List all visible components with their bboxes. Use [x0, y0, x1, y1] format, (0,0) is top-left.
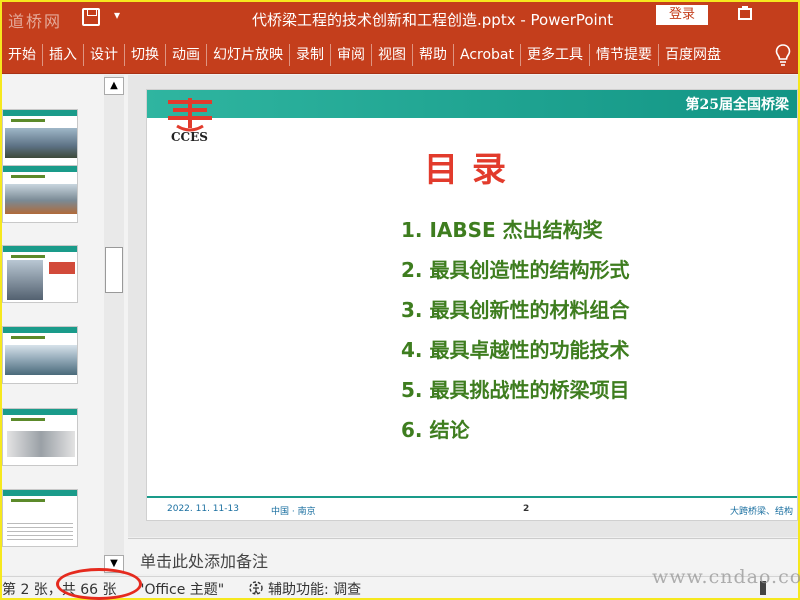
toc-item: 4. 最具卓越性的功能技术: [401, 338, 630, 362]
tab-design[interactable]: 设计: [83, 44, 124, 66]
tab-more-tools[interactable]: 更多工具: [520, 44, 589, 66]
ribbon-display-options-icon[interactable]: [738, 6, 752, 20]
slide-editor: 第25届全国桥梁 CCES 目录 1. IABSE 杰出结构奖 2. 最具创造性…: [128, 75, 798, 537]
red-highlight-circle: [56, 568, 142, 600]
slide-header-text: 第25届全国桥梁: [685, 97, 789, 113]
accessibility-status[interactable]: 辅助功能: 调查: [268, 579, 361, 598]
tab-home[interactable]: 开始: [2, 44, 42, 66]
slide-thumbnail[interactable]: [2, 326, 78, 384]
footer-topic: 大跨桥梁、结构: [729, 507, 793, 517]
toc-item: 5. 最具挑战性的桥梁项目: [401, 378, 630, 402]
tab-record[interactable]: 录制: [289, 44, 330, 66]
toc-item: 2. 最具创造性的结构形式: [401, 258, 630, 282]
slide-thumbnail[interactable]: [2, 109, 78, 167]
toc-item: 1. IABSE 杰出结构奖: [401, 218, 603, 242]
site-watermark: www.cndao.com: [652, 566, 800, 588]
slide-thumbnail[interactable]: [2, 165, 78, 223]
login-button[interactable]: 登录: [656, 5, 708, 25]
slide-number: 2: [523, 504, 530, 514]
theme-name: "Office 主题": [138, 582, 225, 598]
tab-animations[interactable]: 动画: [165, 44, 206, 66]
tab-acrobat[interactable]: Acrobat: [453, 44, 520, 66]
tab-storyboard[interactable]: 情节提要: [589, 44, 658, 66]
toc-item: 6. 结论: [401, 418, 470, 442]
tab-review[interactable]: 审阅: [330, 44, 371, 66]
slide-title: 目录: [424, 150, 520, 190]
ribbon-tabs: 开始 插入 设计 切换 动画 幻灯片放映 录制 审阅 视图 帮助 Acrobat…: [2, 36, 727, 74]
tab-help[interactable]: 帮助: [412, 44, 453, 66]
window-title: 代桥梁工程的技术创新和工程创造.pptx - PowerPoint: [252, 11, 614, 29]
slide-thumbnail[interactable]: [2, 489, 78, 547]
tab-slideshow[interactable]: 幻灯片放映: [206, 44, 289, 66]
slide-header-bar: 第25届全国桥梁: [147, 90, 797, 118]
quick-access-dropdown-icon[interactable]: ▾: [114, 8, 120, 22]
scrollbar-thumb[interactable]: [105, 247, 123, 293]
footer-divider: [147, 496, 797, 498]
footer-location: 中国 · 南京: [271, 507, 316, 517]
footer-date: 2022. 11. 11-13: [167, 504, 239, 514]
current-slide[interactable]: 第25届全国桥梁 CCES 目录 1. IABSE 杰出结构奖 2. 最具创造性…: [146, 89, 798, 521]
scroll-up-icon[interactable]: ▲: [104, 77, 124, 95]
slide-thumbnail[interactable]: [2, 408, 78, 466]
tab-view[interactable]: 视图: [371, 44, 412, 66]
toc-item: 3. 最具创新性的材料组合: [401, 298, 630, 322]
watermark-logo: 道桥网: [8, 12, 63, 31]
tab-baidu-netdisk[interactable]: 百度网盘: [658, 44, 727, 66]
powerpoint-window: 道桥网 ▾ 代桥梁工程的技术创新和工程创造.pptx - PowerPoint …: [2, 2, 798, 598]
accessibility-icon[interactable]: [248, 580, 264, 596]
table-of-contents: 1. IABSE 杰出结构奖 2. 最具创造性的结构形式 3. 最具创新性的材料…: [401, 216, 629, 456]
tab-transitions[interactable]: 切换: [124, 44, 165, 66]
slide-thumbnail[interactable]: [2, 245, 78, 303]
thumbnail-scrollbar[interactable]: ▲ ▼: [104, 75, 124, 575]
ribbon-tab-bar: 开始 插入 设计 切换 动画 幻灯片放映 录制 审阅 视图 帮助 Acrobat…: [2, 36, 798, 74]
notes-placeholder[interactable]: 单击此处添加备注: [140, 548, 268, 572]
lightbulb-icon[interactable]: [775, 44, 791, 66]
save-icon[interactable]: [82, 8, 100, 26]
slide-thumbnail-pane: ▲ ▼: [2, 75, 128, 575]
title-bar: 道桥网 ▾ 代桥梁工程的技术创新和工程创造.pptx - PowerPoint …: [2, 2, 798, 36]
tab-insert[interactable]: 插入: [42, 44, 83, 66]
